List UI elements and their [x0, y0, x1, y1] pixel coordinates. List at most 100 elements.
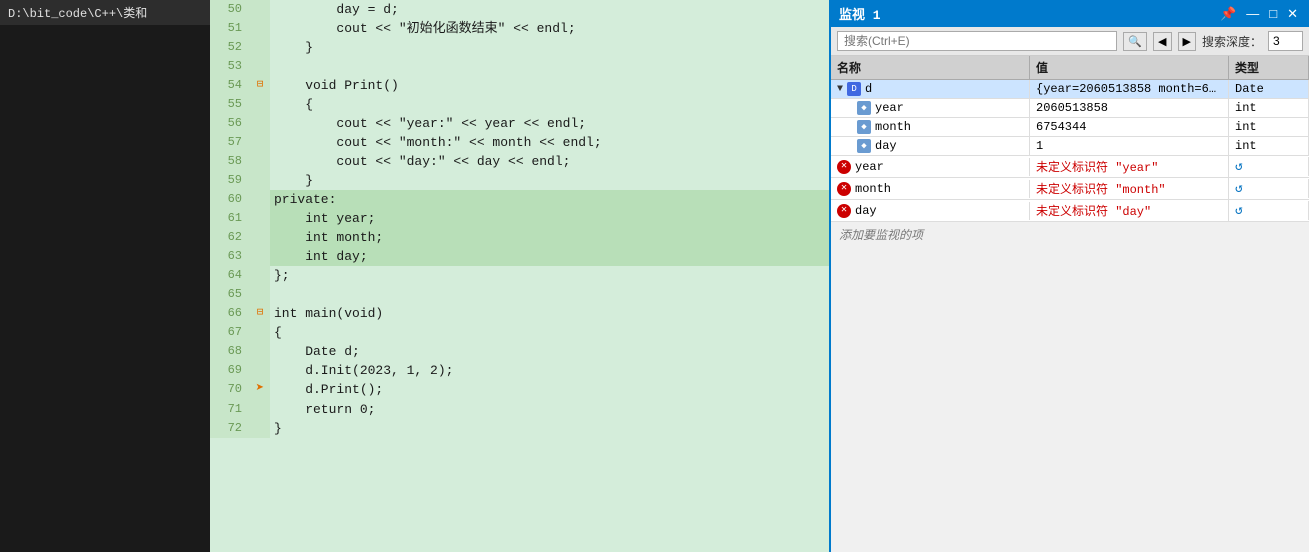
code-line: 70➤ d.Print();: [210, 380, 829, 400]
watch-cell-type: int: [1229, 118, 1309, 136]
code-line: 55 {: [210, 95, 829, 114]
line-code[interactable]: day = d;: [270, 0, 829, 19]
watch-cell-value: 6754344: [1030, 118, 1229, 136]
line-code[interactable]: cout << "day:" << day << endl;: [270, 152, 829, 171]
watch-search-button[interactable]: 🔍: [1123, 32, 1147, 51]
line-number: 57: [210, 133, 250, 152]
code-line: 66⊟int main(void): [210, 304, 829, 323]
line-gutter: [250, 114, 270, 133]
line-code[interactable]: cout << "初始化函数结束" << endl;: [270, 19, 829, 38]
line-code[interactable]: int year;: [270, 209, 829, 228]
line-number: 51: [210, 19, 250, 38]
line-code[interactable]: private:: [270, 190, 829, 209]
line-code[interactable]: };: [270, 266, 829, 285]
watch-cell-value: 1: [1030, 137, 1229, 155]
line-code[interactable]: int month;: [270, 228, 829, 247]
line-code[interactable]: [270, 285, 829, 304]
watch-cell-type: Date: [1229, 80, 1309, 98]
line-code[interactable]: }: [270, 38, 829, 57]
watch-depth-label: 搜索深度：: [1202, 33, 1262, 50]
watch-cell-value: 未定义标识符 "day": [1030, 200, 1229, 221]
code-line: 52 }: [210, 38, 829, 57]
watch-col-value: 值: [1030, 56, 1229, 79]
code-table: 50 day = d;51 cout << "初始化函数结束" << endl;…: [210, 0, 829, 438]
line-code[interactable]: cout << "year:" << year << endl;: [270, 114, 829, 133]
refresh-icon[interactable]: ↺: [1235, 203, 1243, 218]
code-line: 56 cout << "year:" << year << endl;: [210, 114, 829, 133]
watch-row[interactable]: ▼ D d{year=2060513858 month=6754...Date: [831, 80, 1309, 99]
watch-maximize-button[interactable]: □: [1266, 6, 1280, 21]
line-code[interactable]: d.Print();: [270, 380, 829, 400]
watch-cell-name: ▼ D d: [831, 80, 1030, 98]
watch-name-text: year: [875, 101, 904, 115]
line-code[interactable]: {: [270, 95, 829, 114]
watch-nav-forward-button[interactable]: ▶: [1178, 32, 1196, 51]
line-number: 50: [210, 0, 250, 19]
watch-cell-value: 未定义标识符 "year": [1030, 156, 1229, 177]
code-line: 50 day = d;: [210, 0, 829, 19]
line-code[interactable]: d.Init(2023, 1, 2);: [270, 361, 829, 380]
watch-cell-type: ↺: [1229, 157, 1309, 176]
line-gutter: [250, 19, 270, 38]
code-line: 69 d.Init(2023, 1, 2);: [210, 361, 829, 380]
line-code[interactable]: int main(void): [270, 304, 829, 323]
watch-row[interactable]: ✕ year未定义标识符 "year" ↺: [831, 156, 1309, 178]
line-code[interactable]: [270, 57, 829, 76]
watch-cell-name: ◆ year: [831, 99, 1030, 117]
line-code[interactable]: void Print(): [270, 76, 829, 95]
watch-row[interactable]: ◆ year2060513858int: [831, 99, 1309, 118]
code-editor[interactable]: 50 day = d;51 cout << "初始化函数结束" << endl;…: [210, 0, 829, 552]
watch-name-text: month: [855, 182, 891, 196]
line-code[interactable]: }: [270, 171, 829, 190]
line-number: 60: [210, 190, 250, 209]
watch-cell-type: ↺: [1229, 201, 1309, 220]
refresh-icon[interactable]: ↺: [1235, 181, 1243, 196]
line-gutter: ➤: [250, 380, 270, 400]
watch-row[interactable]: ✕ day未定义标识符 "day" ↺: [831, 200, 1309, 222]
watch-columns-header: 名称 值 类型: [831, 56, 1309, 80]
watch-minimize-button[interactable]: —: [1243, 6, 1262, 21]
watch-row[interactable]: ◆ day1int: [831, 137, 1309, 156]
watch-col-name: 名称: [831, 56, 1030, 79]
line-code[interactable]: int day;: [270, 247, 829, 266]
error-icon: ✕: [837, 160, 851, 174]
code-line: 57 cout << "month:" << month << endl;: [210, 133, 829, 152]
watch-row[interactable]: ◆ month6754344int: [831, 118, 1309, 137]
code-line: 54⊟ void Print(): [210, 76, 829, 95]
watch-depth-input[interactable]: [1268, 31, 1303, 51]
code-line: 68 Date d;: [210, 342, 829, 361]
code-line: 51 cout << "初始化函数结束" << endl;: [210, 19, 829, 38]
watch-cell-value: 2060513858: [1030, 99, 1229, 117]
watch-search-input[interactable]: [837, 31, 1117, 51]
watch-search-bar: 🔍 ◀ ▶ 搜索深度：: [831, 27, 1309, 56]
line-number: 53: [210, 57, 250, 76]
watch-close-button[interactable]: ✕: [1284, 6, 1301, 22]
line-code[interactable]: cout << "month:" << month << endl;: [270, 133, 829, 152]
code-line: 58 cout << "day:" << day << endl;: [210, 152, 829, 171]
line-code[interactable]: {: [270, 323, 829, 342]
line-code[interactable]: Date d;: [270, 342, 829, 361]
expand-arrow-icon[interactable]: ▼: [837, 84, 843, 95]
watch-add-item[interactable]: 添加要监视的项: [831, 222, 1309, 247]
watch-row[interactable]: ✕ month未定义标识符 "month" ↺: [831, 178, 1309, 200]
line-code[interactable]: }: [270, 419, 829, 438]
watch-pin-button[interactable]: 📌: [1217, 6, 1239, 22]
line-gutter: [250, 361, 270, 380]
error-icon: ✕: [837, 204, 851, 218]
code-line: 61 int year;: [210, 209, 829, 228]
watch-nav-back-button[interactable]: ◀: [1153, 32, 1171, 51]
sidebar-title-text: D:\bit_code\C++\类和: [8, 4, 147, 21]
code-line: 67 {: [210, 323, 829, 342]
line-number: 62: [210, 228, 250, 247]
line-gutter: [250, 400, 270, 419]
line-number: 55: [210, 95, 250, 114]
watch-name-text: d: [865, 82, 872, 96]
line-number: 67: [210, 323, 250, 342]
line-code[interactable]: return 0;: [270, 400, 829, 419]
watch-cell-value: {year=2060513858 month=6754...: [1030, 80, 1229, 98]
line-gutter: [250, 152, 270, 171]
line-gutter: [250, 323, 270, 342]
watch-cell-name: ◆ day: [831, 137, 1030, 155]
line-gutter: [250, 171, 270, 190]
refresh-icon[interactable]: ↺: [1235, 159, 1243, 174]
